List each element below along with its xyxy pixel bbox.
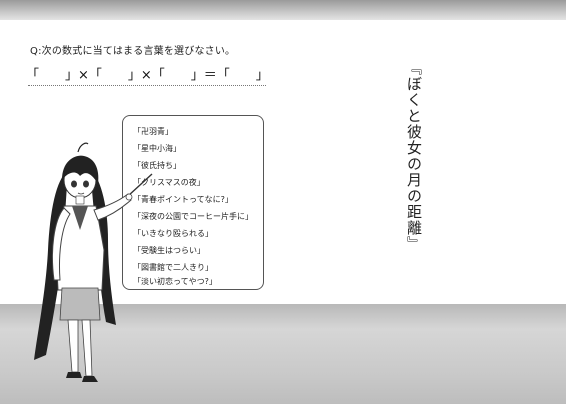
formula: 「 」×「 」×「 」＝「 」 <box>26 68 269 83</box>
teacher-girl-illustration <box>34 142 153 382</box>
question-text: Q:次の数式に当てはまる言葉を選びなさい。 <box>30 46 236 57</box>
vertical-title: 『ぼくと彼女の月の距離』 <box>405 60 423 252</box>
option-item: 「卍羽青」 <box>133 127 173 136</box>
top-gray-band <box>0 0 566 20</box>
formula-dotted-underline <box>28 85 266 86</box>
